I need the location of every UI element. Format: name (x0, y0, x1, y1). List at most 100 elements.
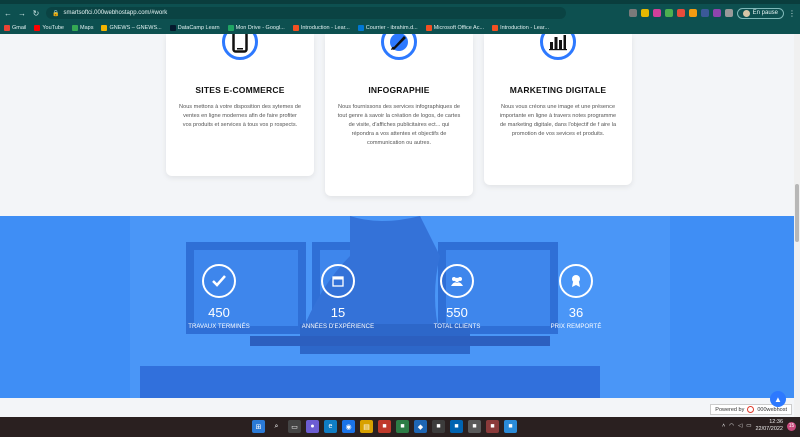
check-icon (202, 264, 236, 298)
bookmark-favicon-icon (492, 25, 499, 31)
calendar-icon (321, 264, 355, 298)
notification-badge[interactable]: 15 (787, 421, 796, 431)
taskbar-apps: ⊞ ⌕ ▭ ● e ◉ ▤ ■ ■ ◆ ■ ■ ■ ■ ■ (252, 420, 517, 433)
service-title: INFOGRAPHIE (368, 85, 430, 95)
service-card: INFOGRAPHIE Nous fournissons des service… (325, 34, 473, 196)
bookmark-label: Introduction - Lear... (300, 25, 350, 31)
bookmark-favicon-icon (169, 25, 176, 31)
service-card: SITES E-COMMERCE Nous mettons à votre di… (166, 34, 314, 176)
bookmark-item[interactable]: Introduction - Lear... (492, 25, 549, 31)
back-icon[interactable]: ← (4, 9, 12, 18)
lock-icon: 🔒 (52, 10, 60, 17)
powered-by-label: Powered by (715, 406, 745, 413)
bookmark-item[interactable]: GNEWS – GNEWS... (101, 25, 162, 31)
windows-start-icon[interactable]: ⊞ (252, 420, 265, 433)
bookmark-label: Maps (80, 25, 94, 31)
clock-date: 22/07/2022 (755, 426, 783, 432)
chevron-up-icon[interactable]: ˄ (722, 423, 725, 429)
bookmark-favicon-icon (227, 25, 234, 31)
extension-icon[interactable] (712, 9, 721, 17)
bookmark-item[interactable]: YouTube (34, 25, 64, 31)
service-title: MARKETING DIGITALE (509, 85, 607, 95)
bookmark-favicon-icon (72, 25, 78, 31)
extensions-area: En pause ⋮ (628, 7, 796, 19)
bookmark-item[interactable]: DataCamp Learn (169, 25, 220, 31)
arrow-up-icon: ▲ (774, 394, 782, 404)
store-icon[interactable]: ■ (450, 420, 463, 433)
app-icon[interactable]: ■ (396, 420, 409, 433)
file-explorer-icon[interactable]: ▤ (360, 420, 373, 433)
bookmark-label: DataCamp Learn (177, 25, 220, 31)
extension-icon[interactable] (676, 9, 685, 17)
search-icon[interactable]: ⌕ (270, 420, 283, 433)
users-icon (440, 264, 474, 298)
app-icon[interactable]: ■ (378, 420, 391, 433)
profile-button[interactable]: En pause (736, 7, 784, 19)
page-viewport: SITES E-COMMERCE Nous mettons à votre di… (0, 34, 800, 417)
address-bar[interactable]: 🔒 smartsoftci.000webhostapp.com/#work (46, 7, 566, 19)
volume-icon[interactable]: ◁ (738, 423, 742, 429)
forward-icon[interactable]: → (18, 9, 26, 18)
bookmark-item[interactable]: Microsoft Office Ac... (425, 25, 484, 31)
reload-icon[interactable]: ↻ (32, 9, 40, 18)
bookmark-favicon-icon (34, 25, 41, 31)
stat-label: PRIX REMPORTÉ (550, 324, 602, 330)
stat-value: 36 (568, 305, 584, 320)
scrollbar-thumb[interactable] (795, 184, 799, 242)
wifi-icon[interactable]: ◠ (729, 423, 734, 429)
system-tray: ˄ ◠ ◁ ▭ 12:36 22/07/2022 15 (722, 419, 796, 433)
stat-value: 550 (446, 305, 468, 320)
clock[interactable]: 12:36 22/07/2022 (755, 419, 783, 433)
bookmark-item[interactable]: Maps (72, 25, 93, 31)
scroll-to-top-button[interactable]: ▲ (770, 391, 786, 407)
app-icon[interactable]: ■ (486, 420, 499, 433)
stats-section: 450 TRAVAUX TERMINÉS 15 ANNÉES D'EXPÉRIE… (0, 216, 800, 398)
battery-icon[interactable]: ▭ (746, 423, 751, 429)
office-background-illustration (130, 216, 670, 398)
smartphone-icon (222, 34, 258, 60)
service-card: MARKETING DIGITALE Nous vous créons une … (484, 34, 632, 185)
stat-value: 450 (208, 305, 230, 320)
bar-chart-icon (540, 34, 576, 60)
task-view-icon[interactable]: ▭ (288, 420, 301, 433)
browser-toolbar: ← → ↻ 🔒 smartsoftci.000webhostapp.com/#w… (0, 4, 800, 22)
extension-icon[interactable] (700, 9, 709, 17)
puzzle-icon[interactable] (724, 9, 733, 17)
bookmark-favicon-icon (101, 25, 108, 31)
bookmark-label: Introduction - Lear... (500, 25, 549, 31)
menu-icon[interactable]: ⋮ (788, 9, 796, 18)
bookmark-label: GNEWS – GNEWS... (109, 25, 162, 31)
share-icon[interactable] (628, 9, 637, 17)
award-icon (559, 264, 593, 298)
app-icon[interactable]: ■ (432, 420, 445, 433)
bookmark-label: Gmail (12, 25, 27, 31)
bookmark-favicon-icon (425, 25, 432, 31)
bookmark-label: YouTube (42, 25, 64, 31)
edge-icon[interactable]: e (324, 420, 337, 433)
extension-icon[interactable] (652, 9, 661, 17)
app-icon[interactable]: ■ (504, 420, 517, 433)
page-bottom (0, 398, 800, 417)
teams-icon[interactable]: ● (306, 420, 319, 433)
bookmark-favicon-icon (357, 25, 364, 31)
stat-label: ANNÉES D'EXPÉRIENCE (301, 324, 375, 330)
address-url: smartsoftci.000webhostapp.com/#work (63, 10, 168, 16)
service-description: Nous fournissons des services infographi… (337, 104, 461, 146)
app-icon[interactable]: ■ (468, 420, 481, 433)
chrome-icon[interactable]: ◉ (342, 420, 355, 433)
stat-label: TOTAL CLIENTS (433, 324, 481, 330)
vscode-icon[interactable]: ◆ (414, 420, 427, 433)
profile-status: En pause (752, 10, 778, 16)
bookmark-item[interactable]: Introduction - Lear... (292, 25, 350, 31)
extension-icon[interactable] (688, 9, 697, 17)
service-title: SITES E-COMMERCE (195, 85, 285, 95)
bookmark-item[interactable]: Gmail (4, 25, 26, 31)
page-scrollbar[interactable] (794, 34, 800, 417)
stat-value: 15 (330, 305, 346, 320)
bookmarks-bar: Gmail YouTube Maps GNEWS – GNEWS... DataCamp… (0, 22, 800, 34)
bookmark-item[interactable]: Mon Drive - Googl... (227, 25, 285, 31)
avatar (742, 9, 750, 17)
extension-icon[interactable] (664, 9, 673, 17)
bookmark-star-icon[interactable] (640, 9, 649, 17)
bookmark-item[interactable]: Courrier - ibrahim.d... (357, 25, 418, 31)
